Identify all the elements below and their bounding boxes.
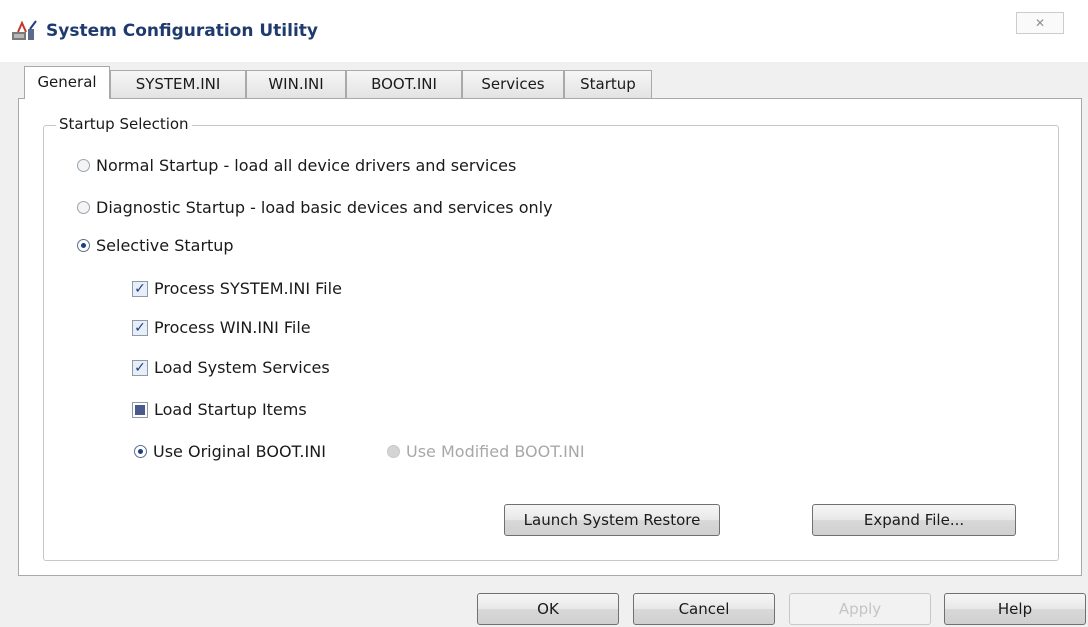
radio-icon [77, 159, 90, 172]
expand-file-button[interactable]: Expand File... [812, 504, 1016, 536]
radio-selected-icon [77, 239, 90, 252]
selective-startup-label: Selective Startup [96, 236, 234, 255]
radio-icon [77, 201, 90, 214]
title-bar: System Configuration Utility ✕ [0, 0, 1088, 62]
startup-selection-group: Startup Selection Normal Startup - load … [43, 115, 1059, 561]
window-title: System Configuration Utility [46, 21, 318, 41]
system-config-icon [12, 20, 37, 40]
use-original-boot-ini-label: Use Original BOOT.INI [153, 442, 326, 461]
normal-startup-label: Normal Startup - load all device drivers… [96, 156, 517, 175]
use-modified-boot-ini-radio: Use Modified BOOT.INI [387, 441, 585, 463]
checkmark-icon: ✓ [132, 280, 148, 297]
tab-label: General [37, 73, 97, 91]
load-startup-items-checkbox[interactable]: Load Startup Items [132, 399, 307, 421]
diagnostic-startup-radio[interactable]: Diagnostic Startup - load basic devices … [77, 197, 553, 219]
tab-label: BOOT.INI [371, 75, 437, 93]
load-system-services-checkbox[interactable]: ✓ Load System Services [132, 357, 330, 379]
process-system-ini-checkbox[interactable]: ✓ Process SYSTEM.INI File [132, 278, 342, 300]
normal-startup-radio[interactable]: Normal Startup - load all device drivers… [77, 155, 516, 177]
diagnostic-startup-label: Diagnostic Startup - load basic devices … [96, 198, 553, 217]
checkmark-icon: ✓ [132, 319, 148, 336]
launch-system-restore-button[interactable]: Launch System Restore [504, 504, 720, 536]
help-button[interactable]: Help [944, 593, 1086, 625]
checkmark-icon: ✓ [132, 359, 148, 376]
tab-label: WIN.INI [268, 75, 324, 93]
process-win-ini-checkbox[interactable]: ✓ Process WIN.INI File [132, 317, 311, 339]
tab-startup[interactable]: Startup [564, 70, 652, 98]
process-win-ini-label: Process WIN.INI File [154, 318, 311, 337]
load-system-services-label: Load System Services [154, 358, 330, 377]
ok-button[interactable]: OK [477, 593, 619, 625]
general-tab-panel: Startup Selection Normal Startup - load … [18, 98, 1082, 576]
tab-boot-ini[interactable]: BOOT.INI [346, 70, 462, 98]
process-system-ini-label: Process SYSTEM.INI File [154, 279, 342, 298]
selective-startup-radio[interactable]: Selective Startup [77, 235, 234, 257]
tab-general[interactable]: General [24, 66, 110, 99]
cancel-button[interactable]: Cancel [633, 593, 775, 625]
radio-disabled-icon [387, 445, 400, 458]
use-modified-boot-ini-label: Use Modified BOOT.INI [406, 442, 585, 461]
group-label: Startup Selection [56, 115, 192, 133]
radio-selected-icon [134, 445, 147, 458]
use-original-boot-ini-radio[interactable]: Use Original BOOT.INI [134, 441, 326, 463]
tab-label: Services [481, 75, 545, 93]
close-icon: ✕ [1034, 16, 1046, 30]
load-startup-items-label: Load Startup Items [154, 400, 307, 419]
tab-win-ini[interactable]: WIN.INI [246, 70, 346, 98]
tab-label: Startup [580, 75, 636, 93]
tab-system-ini[interactable]: SYSTEM.INI [110, 70, 246, 98]
indeterminate-check-icon [132, 401, 148, 418]
close-button[interactable]: ✕ [1016, 12, 1064, 34]
tab-services[interactable]: Services [462, 70, 564, 98]
apply-button: Apply [789, 593, 931, 625]
tab-label: SYSTEM.INI [135, 75, 221, 93]
